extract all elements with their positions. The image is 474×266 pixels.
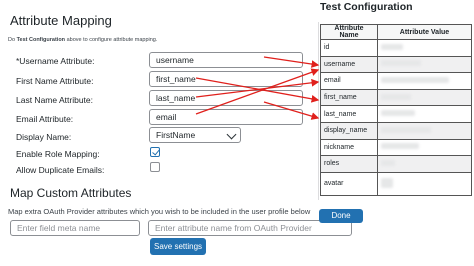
- attribute-name-cell: nickname: [320, 138, 378, 157]
- allow-duplicate-emails-label: Allow Duplicate Emails:: [16, 165, 105, 175]
- attribute-value-header: Attribute Value: [377, 24, 472, 40]
- table-row: display_name: [320, 121, 472, 140]
- display-name-value: FirstName: [156, 130, 196, 140]
- email-attribute-label: Email Attribute:: [16, 114, 74, 124]
- table-row: id: [320, 39, 472, 57]
- attribute-name-cell: display_name: [320, 121, 378, 140]
- attribute-value-cell: [377, 72, 472, 90]
- done-button[interactable]: Done: [319, 209, 363, 223]
- attribute-name-cell: first_name: [320, 88, 378, 107]
- attribute-mapping-hint: Do Test Configuration above to configure…: [8, 37, 158, 43]
- display-name-select[interactable]: FirstName: [149, 127, 241, 143]
- attribute-name-cell: roles: [320, 155, 378, 173]
- attribute-name-cell: email: [320, 72, 378, 90]
- first-name-attribute-label: First Name Attribute:: [16, 76, 94, 86]
- username-attribute-label: *Username Attribute:: [16, 56, 95, 66]
- enable-role-mapping-checkbox[interactable]: [150, 147, 160, 157]
- save-settings-button[interactable]: Save settings: [150, 238, 206, 255]
- attribute-value-cell: [377, 121, 472, 140]
- attribute-name-cell: avatar: [320, 171, 378, 196]
- attribute-value-cell: [377, 138, 472, 157]
- table-row: avatar: [320, 171, 472, 196]
- username-attribute-input[interactable]: username: [149, 52, 303, 68]
- email-attribute-input[interactable]: email: [149, 109, 303, 125]
- table-row: first_name: [320, 88, 472, 107]
- attribute-name-cell: id: [320, 39, 378, 57]
- allow-duplicate-emails-checkbox[interactable]: [150, 162, 160, 172]
- display-name-label: Display Name:: [16, 132, 72, 142]
- attribute-value-cell: [377, 88, 472, 107]
- first-name-attribute-input[interactable]: first_name: [149, 71, 303, 87]
- attribute-name-header: Attribute Name: [320, 24, 378, 40]
- custom-attributes-hint: Map extra OAuth Provider attributes whic…: [8, 207, 311, 216]
- attribute-name-cell: username: [320, 55, 378, 74]
- enable-role-mapping-label: Enable Role Mapping:: [16, 149, 100, 159]
- attribute-value-cell: [377, 171, 472, 196]
- table-header-row: Attribute Name Attribute Value: [320, 24, 472, 40]
- attribute-name-cell: last_name: [320, 105, 378, 123]
- attribute-value-cell: [377, 155, 472, 173]
- chevron-down-icon: [226, 129, 237, 140]
- attribute-value-cell: [377, 55, 472, 74]
- test-configuration-table: Attribute Name Attribute Value id userna…: [320, 24, 472, 196]
- attribute-mapping-title: Attribute Mapping: [10, 13, 112, 28]
- table-row: last_name: [320, 105, 472, 123]
- table-row: email: [320, 72, 472, 90]
- last-name-attribute-label: Last Name Attribute:: [16, 95, 94, 105]
- custom-attributes-title: Map Custom Attributes: [10, 186, 132, 200]
- last-name-attribute-input[interactable]: last_name: [149, 90, 303, 106]
- test-configuration-title: Test Configuration: [320, 1, 413, 13]
- table-row: nickname: [320, 138, 472, 157]
- meta-name-input[interactable]: Enter field meta name: [10, 220, 140, 236]
- table-row: username: [320, 55, 472, 74]
- table-row: roles: [320, 155, 472, 173]
- attribute-value-cell: [377, 39, 472, 57]
- attribute-value-cell: [377, 105, 472, 123]
